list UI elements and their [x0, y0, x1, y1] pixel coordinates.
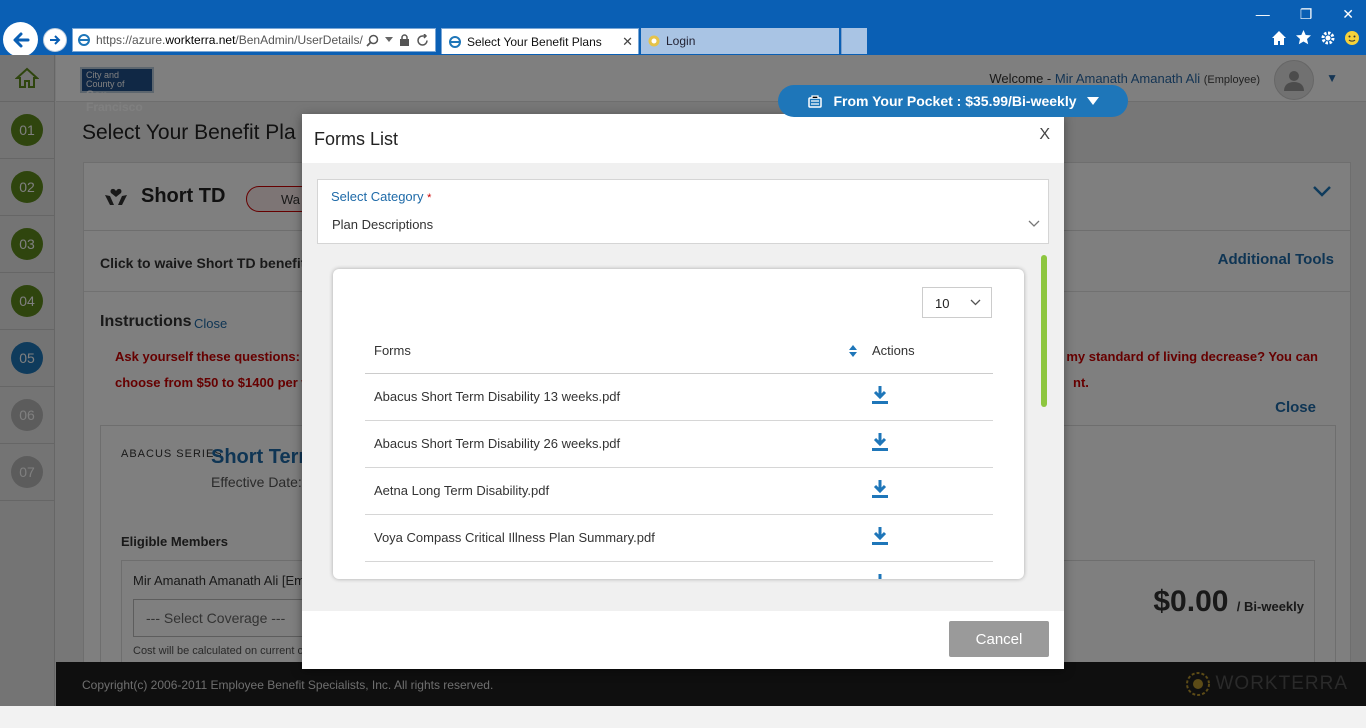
actions-cell — [863, 561, 993, 579]
ie-icon — [449, 35, 461, 48]
forms-panel: 10 Forms Actions Abacus Short Term Disab… — [333, 269, 1024, 579]
tab-login[interactable]: Login — [641, 28, 839, 54]
address-bar[interactable]: https://azure.workterra.net/BenAdmin/Use… — [72, 28, 436, 52]
dialog-header: Forms List X — [302, 114, 1064, 163]
forms-table: Forms Actions Abacus Short Term Disabili… — [365, 329, 993, 579]
url-text: https://azure.workterra.net/BenAdmin/Use… — [96, 33, 363, 47]
cancel-button[interactable]: Cancel — [949, 621, 1049, 657]
tab-label: Select Your Benefit Plans — [467, 34, 602, 49]
category-label-text: Select Category — [331, 189, 424, 204]
refresh-icon[interactable] — [416, 33, 429, 47]
form-name: Abacus Short Term Disability 13 weeks.pd… — [365, 373, 863, 421]
home-icon[interactable] — [1271, 30, 1287, 46]
restore-icon[interactable]: ❐ — [1300, 6, 1313, 23]
actions-column-header: Actions — [863, 329, 993, 374]
table-row — [365, 561, 993, 579]
column-label: Actions — [872, 343, 915, 359]
feedback-smiley-icon[interactable] — [1344, 30, 1360, 46]
form-name — [365, 561, 863, 579]
sort-icon[interactable] — [849, 345, 857, 357]
chevron-down-icon — [1028, 220, 1040, 227]
dialog-footer: Cancel — [302, 611, 1064, 669]
scrollbar-thumb[interactable] — [1041, 255, 1047, 407]
download-icon[interactable] — [872, 574, 888, 579]
pocket-label: From Your Pocket : $35.99/Bi-weekly — [833, 93, 1077, 109]
browser-toolbar — [1271, 29, 1360, 46]
from-your-pocket-button[interactable]: From Your Pocket : $35.99/Bi-weekly — [778, 85, 1128, 117]
form-name: Voya Compass Critical Illness Plan Summa… — [365, 514, 863, 562]
chevron-down-icon — [1086, 97, 1099, 105]
column-label: Forms — [374, 343, 411, 359]
dialog-scrollbar[interactable] — [1041, 255, 1047, 572]
forms-column-header[interactable]: Forms — [365, 329, 863, 374]
close-dialog-button[interactable]: X — [1039, 126, 1050, 144]
settings-gear-icon[interactable] — [1320, 30, 1336, 46]
dialog-body: Select Category * Plan Descriptions 10 F… — [302, 163, 1064, 611]
form-name: Aetna Long Term Disability.pdf — [365, 467, 863, 515]
actions-cell — [863, 514, 993, 562]
basket-icon — [808, 95, 823, 108]
table-row: Abacus Short Term Disability 26 weeks.pd… — [365, 420, 993, 468]
table-row: Voya Compass Critical Illness Plan Summa… — [365, 514, 993, 562]
search-icon[interactable] — [366, 34, 379, 47]
minimize-icon[interactable]: — — [1256, 6, 1270, 23]
forms-list-dialog: Forms List X Select Category * Plan Desc… — [302, 114, 1064, 669]
dialog-title: Forms List — [314, 129, 399, 149]
download-icon[interactable] — [872, 527, 888, 545]
bottom-strip — [0, 706, 1366, 728]
required-marker: * — [427, 192, 432, 204]
browser-chrome: https://azure.workterra.net/BenAdmin/Use… — [0, 0, 1366, 57]
form-name: Abacus Short Term Disability 26 weeks.pd… — [365, 420, 863, 468]
table-row: Abacus Short Term Disability 13 weeks.pd… — [365, 373, 993, 421]
new-tab-button[interactable] — [841, 28, 867, 54]
category-label: Select Category * — [331, 189, 431, 204]
page-size-value: 10 — [935, 296, 950, 311]
page-size-select[interactable]: 10 — [922, 287, 992, 318]
actions-cell — [863, 420, 993, 468]
forward-button[interactable] — [43, 28, 67, 52]
actions-cell — [863, 467, 993, 515]
favorites-star-icon[interactable] — [1295, 29, 1312, 46]
arrow-right-icon — [50, 35, 61, 45]
close-tab-icon[interactable]: ✕ — [622, 34, 633, 50]
category-value: Plan Descriptions — [332, 217, 434, 232]
table-row: Aetna Long Term Disability.pdf — [365, 467, 993, 515]
arrow-left-icon — [13, 32, 29, 47]
window-controls: — ❐ ✕ — [1256, 6, 1354, 23]
ie-icon — [78, 34, 90, 46]
chevron-down-icon — [970, 299, 981, 306]
select-category-dropdown[interactable]: Select Category * Plan Descriptions — [317, 179, 1049, 244]
gear-favicon-icon — [648, 35, 660, 47]
download-icon[interactable] — [872, 386, 888, 404]
lock-icon[interactable] — [399, 33, 410, 47]
download-icon[interactable] — [872, 433, 888, 451]
actions-cell — [863, 373, 993, 421]
download-icon[interactable] — [872, 480, 888, 498]
dropdown-icon[interactable] — [385, 37, 393, 43]
tab-select-benefit-plans[interactable]: Select Your Benefit Plans ✕ — [441, 28, 639, 54]
back-button[interactable] — [3, 22, 38, 57]
close-window-icon[interactable]: ✕ — [1342, 6, 1354, 23]
table-header-row: Forms Actions — [365, 329, 993, 374]
tab-label: Login — [666, 34, 696, 48]
